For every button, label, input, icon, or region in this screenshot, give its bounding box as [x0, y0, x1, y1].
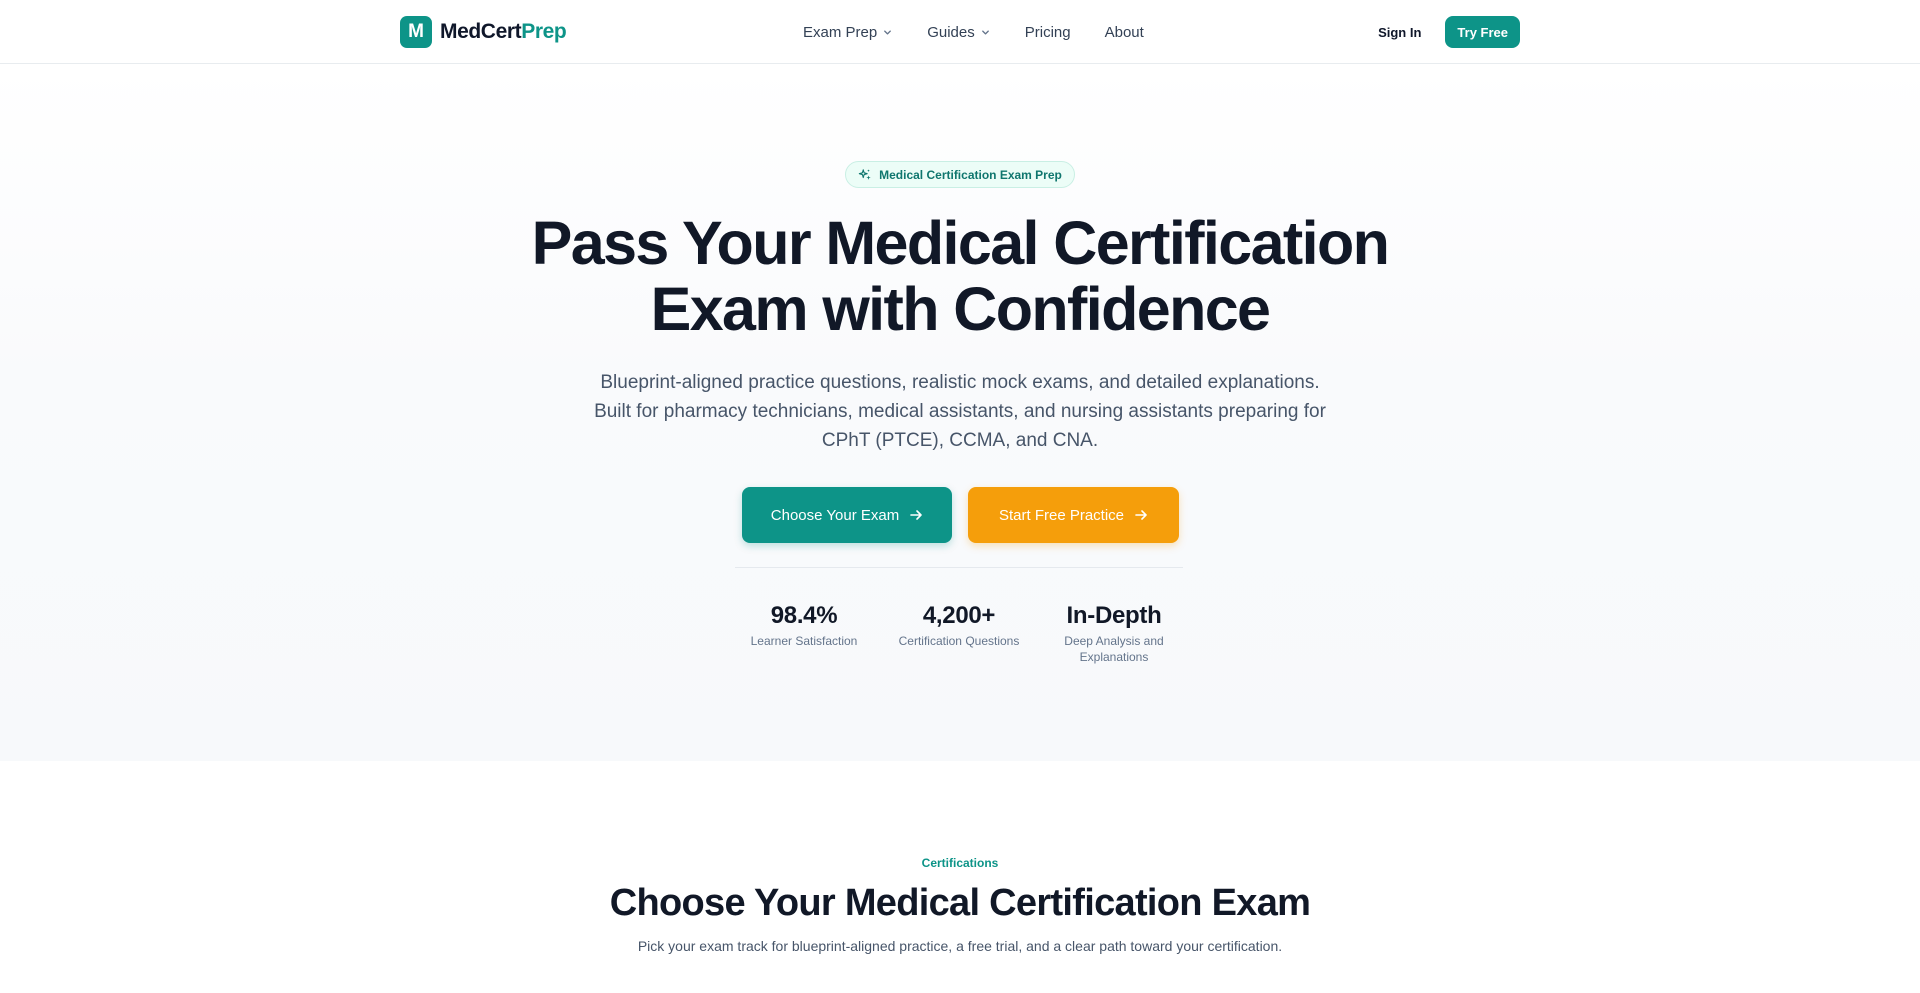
nav-item-label: Exam Prep — [803, 23, 878, 41]
choose-exam-label: Choose Your Exam — [770, 506, 900, 524]
stat-label: Learner Satisfaction — [750, 634, 858, 648]
start-free-practice-button[interactable]: Start Free Practice — [968, 487, 1179, 543]
site-header: M MedCertPrep Exam Prep Guides Pricing A… — [0, 0, 1920, 64]
stat-value: 4,200+ — [922, 602, 996, 629]
choose-exam-button[interactable]: Choose Your Exam — [742, 487, 952, 543]
stat-explanations: In-Depth Deep Analysis and Explanations — [1052, 601, 1177, 665]
stat-label: Certification Questions — [898, 634, 1020, 648]
hero-cta-row: Choose Your Exam Start Free Practice — [742, 487, 1179, 543]
certifications-subtitle: Pick your exam track for blueprint-align… — [637, 938, 1283, 954]
stat-questions: 4,200+ Certification Questions — [897, 601, 1022, 665]
chevron-down-icon — [981, 29, 989, 35]
stat-satisfaction: 98.4% Learner Satisfaction — [742, 601, 867, 665]
hero-badge: Medical Certification Exam Prep — [845, 161, 1075, 188]
hero-title: Pass Your Medical Certification Exam wit… — [360, 210, 1560, 342]
sign-in-link[interactable]: Sign In — [1378, 25, 1421, 40]
header-actions: Sign In Try Free — [1378, 16, 1520, 48]
brand-logo-link[interactable]: M MedCertPrep — [400, 16, 567, 48]
arrow-right-icon — [1135, 510, 1147, 520]
stat-label: Deep Analysis and Explanations — [1064, 634, 1164, 664]
hero-title-line-1: Pass Your Medical Certification — [531, 209, 1390, 277]
sparkle-icon — [858, 168, 871, 180]
certifications-eyebrow: Certifications — [921, 856, 999, 870]
hero-subtitle: Blueprint-aligned practice questions, re… — [594, 372, 1326, 451]
nav-item-label: About — [1104, 23, 1144, 41]
hero-badge-label: Medical Certification Exam Prep — [879, 167, 1062, 182]
chevron-down-icon — [884, 29, 892, 35]
brand-name: MedCertPrep — [440, 20, 567, 44]
arrow-right-icon — [910, 510, 923, 520]
stat-value: 98.4% — [770, 602, 838, 629]
hero-stats: 98.4% Learner Satisfaction 4,200+ Certif… — [735, 601, 1183, 665]
nav-item-exam-prep[interactable]: Exam Prep — [803, 24, 893, 41]
brand-name-main: MedCert — [440, 20, 522, 43]
nav-item-label: Pricing — [1024, 23, 1071, 41]
nav-item-guides[interactable]: Guides — [927, 24, 991, 41]
header-container: M MedCertPrep Exam Prep Guides Pricing A… — [400, 0, 1520, 64]
nav-item-about[interactable]: About — [1105, 24, 1144, 41]
certifications-title: Choose Your Medical Certification Exam — [609, 882, 1311, 924]
stat-value: In-Depth — [1066, 602, 1162, 629]
logo-mark-icon: M — [400, 16, 432, 48]
main-nav: Exam Prep Guides Pricing About — [803, 0, 1144, 64]
brand-name-accent: Prep — [521, 20, 567, 43]
start-free-practice-label: Start Free Practice — [998, 506, 1125, 524]
hero-title-line-2: Exam with Confidence — [650, 275, 1271, 343]
hero-divider — [735, 567, 1183, 568]
hero-section: Medical Certification Exam Prep Pass You… — [0, 65, 1920, 761]
nav-item-pricing[interactable]: Pricing — [1025, 24, 1071, 41]
nav-item-label: Guides — [927, 23, 975, 41]
try-free-button[interactable]: Try Free — [1445, 16, 1520, 48]
